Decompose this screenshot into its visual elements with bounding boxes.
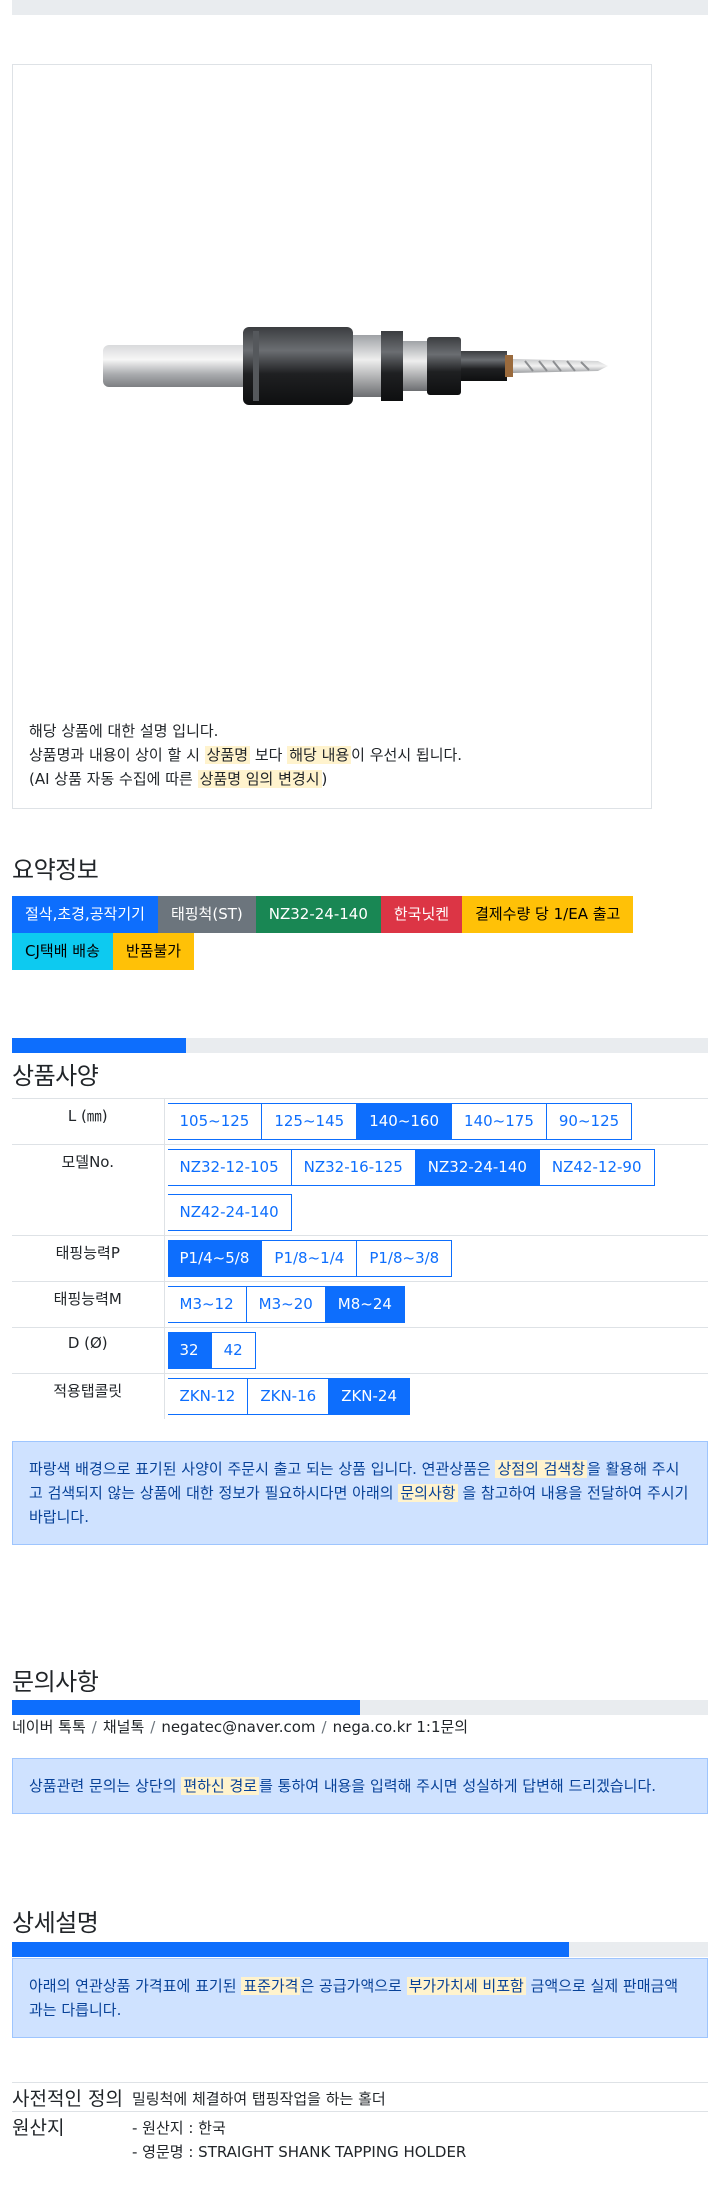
inquiry-notice: 상품관련 문의는 상단의 편하신 경로 를 통하여 내용을 입력해 주시면 성실하… (12, 1758, 708, 1814)
spec-option-button[interactable]: 125~145 (261, 1103, 358, 1140)
spec-option-button[interactable]: 105~125 (167, 1103, 263, 1140)
product-description: 해당 상품에 대한 설명 입니다. 상품명과 내용이 상이 할 시 상품명 보다… (29, 719, 462, 791)
tapping-holder-image (103, 327, 608, 405)
detail-progress (12, 1942, 708, 1957)
spec-option-button[interactable]: NZ32-16-125 (290, 1149, 416, 1186)
detail-key: 원산지 (12, 2111, 132, 2164)
spec-label: 적용탭콜릿 (12, 1373, 165, 1419)
detail-key: 사전적인 정의 (12, 2082, 132, 2112)
spec-label: L (㎜) (12, 1098, 165, 1145)
summary-badge: 반품불가 (112, 933, 195, 970)
summary-badge: 결제수량 당 1/EA 출고 (462, 896, 634, 933)
spec-option-button[interactable]: M3~12 (167, 1286, 247, 1323)
spec-option-button[interactable]: P1/4~5/8 (167, 1240, 263, 1277)
spec-label: 태핑능력M (12, 1281, 165, 1328)
detail-table: 사전적인 정의 밀링척에 체결하여 탭핑작업을 하는 홀더 원산지 - 원산지 : 한… (12, 2082, 708, 2164)
detail-value: - 영문명 : STRAIGHT SHANK TAPPING HOLDER (132, 2143, 467, 2161)
summary-badge: NZ32-24-140 (255, 896, 381, 933)
spec-row: 모델No. NZ32-12-105 NZ32-16-125 NZ32-24-140 NZ… (12, 1144, 708, 1236)
spec-label: 태핑능력P (12, 1235, 165, 1282)
spec-label: D (Ø) (12, 1327, 165, 1374)
contact-channel-link[interactable]: nega.co.kr 1:1문의 (333, 1718, 469, 1736)
summary-badge: 한국닛켄 (380, 896, 463, 933)
summary-progress (12, 1038, 708, 1053)
specs-title: 상품사양 (12, 1062, 99, 1090)
detail-title: 상세설명 (12, 1909, 99, 1937)
top-progress-bar (12, 0, 708, 15)
contact-channel-link[interactable]: 네이버 톡톡 (12, 1718, 86, 1736)
spec-notice: 파랑색 배경으로 표기된 사양이 주문시 출고 되는 상품 입니다. 연관상품은… (12, 1441, 708, 1545)
spec-option-button[interactable]: NZ32-24-140 (414, 1149, 540, 1186)
product-image-card: 해당 상품에 대한 설명 입니다. 상품명과 내용이 상이 할 시 상품명 보다… (12, 64, 652, 809)
summary-title: 요약정보 (12, 856, 99, 884)
spec-option-button[interactable]: 32 (167, 1332, 212, 1369)
spec-option-button[interactable]: NZ42-12-90 (538, 1149, 655, 1186)
spec-row: L (㎜) 105~125 125~145 140~160 140~175 90~125 (12, 1098, 708, 1145)
spec-option-button[interactable]: M3~20 (245, 1286, 326, 1323)
detail-row: 사전적인 정의 밀링척에 체결하여 탭핑작업을 하는 홀더 (12, 2082, 708, 2112)
spec-option-button[interactable]: M8~24 (324, 1286, 405, 1323)
summary-badge: 태핑척(ST) (157, 896, 256, 933)
contact-channels: 네이버 톡톡 / 채널톡 / negatec@naver.com / nega.co.kr … (12, 1718, 469, 1736)
spec-option-button[interactable]: NZ32-12-105 (167, 1149, 292, 1186)
spec-option-button[interactable]: 42 (210, 1332, 256, 1369)
inquiry-progress (12, 1700, 708, 1715)
spec-option-button[interactable]: NZ42-24-140 (167, 1194, 292, 1231)
contact-channel-link[interactable]: negatec@naver.com (161, 1718, 315, 1736)
summary-badges: 절삭,초경,공작기기 태핑척(ST) NZ32-24-140 한국닛켄 결제수량 당 1… (12, 896, 708, 970)
summary-badge: CJ택배 배송 (12, 933, 113, 970)
spec-option-button[interactable]: ZKN-16 (247, 1378, 330, 1415)
spec-option-button[interactable]: P1/8~3/8 (356, 1240, 453, 1277)
summary-badge: 절삭,초경,공작기기 (12, 896, 158, 933)
spec-row: 적용탭콜릿 ZKN-12 ZKN-16 ZKN-24 (12, 1373, 708, 1419)
detail-value: - 원산지 : 한국 (132, 2119, 226, 2137)
spec-option-button[interactable]: ZKN-24 (328, 1378, 411, 1415)
spec-option-button[interactable]: 90~125 (545, 1103, 633, 1140)
description-line-3: (AI 상품 자동 수집에 따른 상품명 임의 변경시) (29, 770, 328, 788)
spec-row: 태핑능력M M3~12 M3~20 M8~24 (12, 1281, 708, 1328)
detail-value: 밀링척에 체결하여 탭핑작업을 하는 홀더 (132, 2090, 386, 2108)
detail-notice: 아래의 연관상품 가격표에 표기된 표준가격 은 공급가액으로 부가가치세 비포함… (12, 1958, 708, 2038)
spec-option-button[interactable]: P1/8~1/4 (261, 1240, 358, 1277)
detail-row: 원산지 - 원산지 : 한국 - 영문명 : STRAIGHT SHANK TAPP… (12, 2111, 708, 2164)
inquiry-title: 문의사항 (12, 1668, 99, 1696)
spec-row: D (Ø) 32 42 (12, 1327, 708, 1374)
spec-option-button[interactable]: 140~160 (356, 1103, 453, 1140)
description-line-2: 상품명과 내용이 상이 할 시 상품명 보다 해당 내용 이 우선시 됩니다. (29, 746, 463, 764)
spec-option-button[interactable]: 140~175 (451, 1103, 547, 1140)
spec-row: 태핑능력P P1/4~5/8 P1/8~1/4 P1/8~3/8 (12, 1235, 708, 1282)
description-line-1: 해당 상품에 대한 설명 입니다. (29, 722, 219, 740)
spec-option-button[interactable]: ZKN-12 (167, 1378, 249, 1415)
spec-table: L (㎜) 105~125 125~145 140~160 140~175 90~125 모… (12, 1098, 708, 1419)
spec-label: 모델No. (12, 1144, 165, 1236)
contact-channel-link[interactable]: 채널톡 (103, 1718, 144, 1736)
